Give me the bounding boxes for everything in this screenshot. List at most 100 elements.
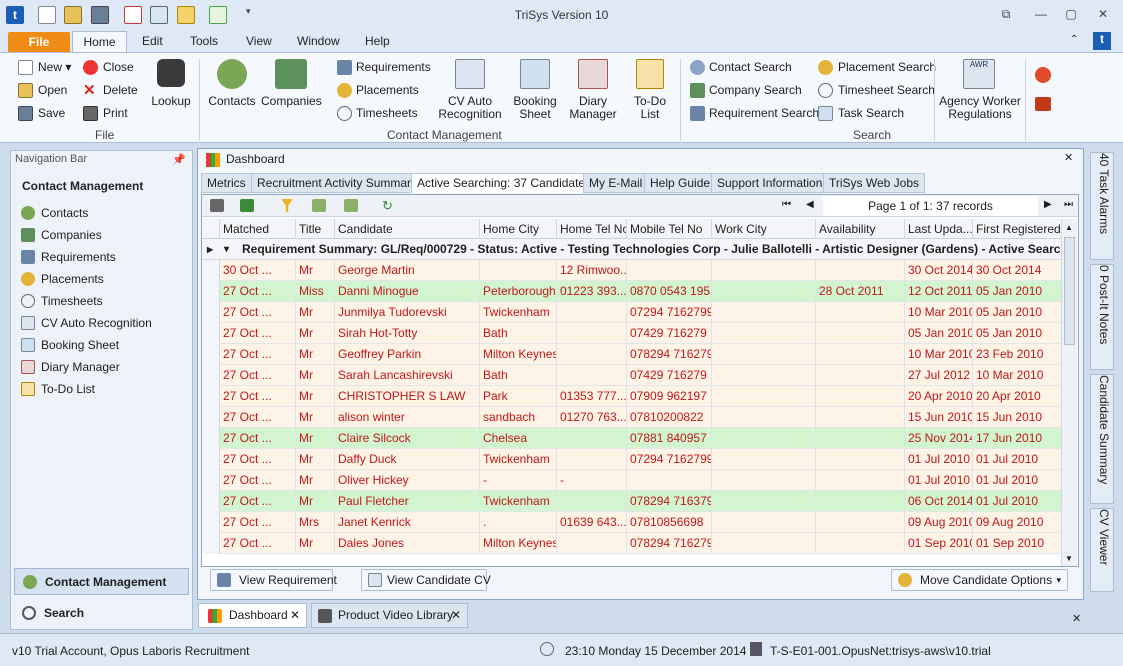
tab-recruitment-activity-summary[interactable]: Recruitment Activity Summary bbox=[251, 173, 424, 193]
print-icon[interactable] bbox=[210, 199, 224, 212]
first-page-icon[interactable]: ⏮ bbox=[782, 199, 791, 210]
collapse-ribbon-icon[interactable]: ⌃ bbox=[1070, 34, 1078, 45]
row-indicator[interactable] bbox=[202, 344, 220, 365]
column-header-availability[interactable]: Availability bbox=[816, 219, 905, 239]
delete-button[interactable]: Delete bbox=[103, 83, 138, 97]
row-indicator[interactable] bbox=[202, 323, 220, 344]
diary-manager-button[interactable]: Diary Manager bbox=[568, 95, 618, 121]
column-header-work-city[interactable]: Work City bbox=[712, 219, 816, 239]
table-row[interactable]: 27 Oct ... Mr Sarah Lancashirevski Bath 0742… bbox=[202, 365, 1062, 386]
row-indicator[interactable] bbox=[202, 365, 220, 386]
timesheets-button[interactable]: Timesheets bbox=[356, 106, 418, 120]
column-header-candidate[interactable]: Candidate bbox=[335, 219, 480, 239]
todo-list-button[interactable]: To-Do List bbox=[627, 95, 673, 121]
nav-button-search[interactable]: Search bbox=[14, 600, 189, 627]
filter-icon[interactable] bbox=[281, 199, 293, 212]
vtab-post-it-notes[interactable]: 0 Post-It Notes bbox=[1090, 264, 1114, 370]
tab-active-searching[interactable]: Active Searching: 37 Candidates bbox=[411, 173, 598, 193]
requirement-search-button[interactable]: Requirement Search bbox=[709, 106, 819, 120]
scroll-up-icon[interactable]: ▲ bbox=[1065, 223, 1073, 232]
table-row[interactable]: 27 Oct ... Miss Danni Minogue Peterborough 0… bbox=[202, 281, 1062, 302]
timesheet-search-button[interactable]: Timesheet Search bbox=[838, 83, 935, 97]
grid-scrollbar[interactable]: ▲ ▼ bbox=[1061, 219, 1077, 566]
tab-metrics[interactable]: Metrics bbox=[201, 173, 252, 193]
column-header-title[interactable]: Title bbox=[296, 219, 335, 239]
scroll-thumb[interactable] bbox=[1064, 237, 1075, 345]
task-search-button[interactable]: Task Search bbox=[838, 106, 904, 120]
tab-support-information[interactable]: Support Information bbox=[711, 173, 829, 193]
file-tab[interactable]: File bbox=[8, 32, 70, 52]
column-header-last-updated[interactable]: Last Upda... bbox=[905, 219, 973, 239]
placement-search-button[interactable]: Placement Search bbox=[838, 60, 936, 74]
table-row[interactable]: 27 Oct ... Mr Geoffrey Parkin Milton Keynes… bbox=[202, 344, 1062, 365]
save-button[interactable]: Save bbox=[38, 106, 65, 120]
vtab-candidate-summary[interactable]: Candidate Summary bbox=[1090, 374, 1114, 504]
row-indicator[interactable] bbox=[202, 407, 220, 428]
collapse-icon[interactable] bbox=[344, 199, 358, 212]
tab-edit[interactable]: Edit bbox=[142, 34, 163, 48]
next-page-icon[interactable]: ▶ bbox=[1044, 199, 1052, 210]
row-indicator[interactable] bbox=[202, 302, 220, 323]
close-tab-icon[interactable]: ✕ bbox=[451, 604, 461, 627]
column-header-home-city[interactable]: Home City bbox=[480, 219, 557, 239]
column-header-home-tel[interactable]: Home Tel No bbox=[557, 219, 627, 239]
table-row[interactable]: 27 Oct ... Mr Claire Silcock Chelsea 07881 8… bbox=[202, 428, 1062, 449]
expand-icon[interactable] bbox=[312, 199, 326, 212]
close-button[interactable]: ✕ bbox=[1094, 6, 1112, 22]
table-row[interactable]: 27 Oct ... Mr Oliver Hickey - -01 Jul 2010 01… bbox=[202, 470, 1062, 491]
row-indicator[interactable] bbox=[202, 449, 220, 470]
requirements-button[interactable]: Requirements bbox=[356, 60, 431, 74]
close-all-tabs-icon[interactable]: ✕ bbox=[1072, 612, 1081, 625]
refresh-icon[interactable]: ↻ bbox=[382, 199, 396, 212]
row-indicator[interactable] bbox=[202, 470, 220, 491]
cv-auto-recognition-button[interactable]: CV Auto Recognition bbox=[436, 95, 504, 121]
tab-help-guide[interactable]: Help Guide bbox=[644, 173, 717, 193]
row-indicator[interactable] bbox=[202, 428, 220, 449]
print-button[interactable]: Print bbox=[103, 106, 128, 120]
row-indicator[interactable] bbox=[202, 512, 220, 533]
collapse-group-icon[interactable]: ▾ bbox=[224, 239, 229, 259]
table-row[interactable]: 27 Oct ... Mr CHRISTOPHER S LAW Park 01353 7… bbox=[202, 386, 1062, 407]
table-row[interactable]: 27 Oct ... Mr Daffy Duck Twickenham 07294 71… bbox=[202, 449, 1062, 470]
close-tab-icon[interactable]: ✕ bbox=[290, 604, 300, 627]
column-header-first-registered[interactable]: First Registered bbox=[973, 219, 1062, 239]
row-indicator[interactable] bbox=[202, 260, 220, 281]
tab-home[interactable]: Home bbox=[72, 31, 127, 53]
scroll-down-icon[interactable]: ▼ bbox=[1065, 554, 1073, 563]
nav-button-contact-management[interactable]: Contact Management bbox=[14, 568, 189, 595]
open-button[interactable]: Open bbox=[38, 83, 67, 97]
toolbox-icon[interactable] bbox=[1035, 97, 1051, 111]
placements-button[interactable]: Placements bbox=[356, 83, 419, 97]
dashboard-close-icon[interactable]: ✕ bbox=[1064, 151, 1073, 164]
tab-my-email[interactable]: My E-Mail bbox=[583, 173, 649, 193]
companies-button[interactable]: Companies bbox=[261, 95, 322, 108]
contact-search-button[interactable]: Contact Search bbox=[709, 60, 792, 74]
view-requirement-button[interactable]: View Requirement bbox=[210, 569, 337, 591]
tab-view[interactable]: View bbox=[246, 34, 272, 48]
pin-icon[interactable]: 📌 bbox=[172, 153, 186, 166]
tab-tools[interactable]: Tools bbox=[190, 34, 218, 48]
lookup-button[interactable]: Lookup bbox=[148, 95, 194, 108]
booking-sheet-button[interactable]: Booking Sheet bbox=[511, 95, 559, 121]
table-row[interactable]: 27 Oct ... Mr Sirah Hot-Totty Bath 07429 716… bbox=[202, 323, 1062, 344]
excel-export-icon[interactable] bbox=[240, 199, 254, 212]
tab-window[interactable]: Window bbox=[297, 34, 340, 48]
view-candidate-cv-button[interactable]: View Candidate CV bbox=[361, 569, 491, 591]
group-row[interactable]: ▶ ▾ Requirement Summary: GL/Req/000729 -… bbox=[202, 239, 1062, 260]
tab-trisys-web-jobs[interactable]: TriSys Web Jobs bbox=[823, 173, 926, 193]
last-page-icon[interactable]: ⏭ bbox=[1064, 199, 1073, 210]
table-row[interactable]: 27 Oct ... Mr Dales Jones Milton Keynes 0782… bbox=[202, 533, 1062, 554]
table-row[interactable]: 27 Oct ... Mr Paul Fletcher Twickenham 07829… bbox=[202, 491, 1062, 512]
row-indicator[interactable] bbox=[202, 281, 220, 302]
agency-worker-regulations-button[interactable]: Agency Worker Regulations bbox=[938, 95, 1022, 121]
contacts-button[interactable]: Contacts bbox=[206, 95, 258, 108]
prev-page-icon[interactable]: ◀ bbox=[806, 199, 814, 210]
tab-help[interactable]: Help bbox=[365, 34, 390, 48]
restore-layout-icon[interactable]: ⧉ bbox=[997, 6, 1015, 22]
column-header-mobile-tel[interactable]: Mobile Tel No bbox=[627, 219, 712, 239]
table-row[interactable]: 27 Oct ... Mrs Janet Kenrick. 01639 643... 0… bbox=[202, 512, 1062, 533]
vtab-cv-viewer[interactable]: CV Viewer bbox=[1090, 508, 1114, 592]
table-row[interactable]: 27 Oct ... Mr Junmilya Tudorevski Twickenha… bbox=[202, 302, 1062, 323]
maximize-button[interactable]: ▢ bbox=[1062, 6, 1080, 22]
row-indicator[interactable] bbox=[202, 533, 220, 554]
